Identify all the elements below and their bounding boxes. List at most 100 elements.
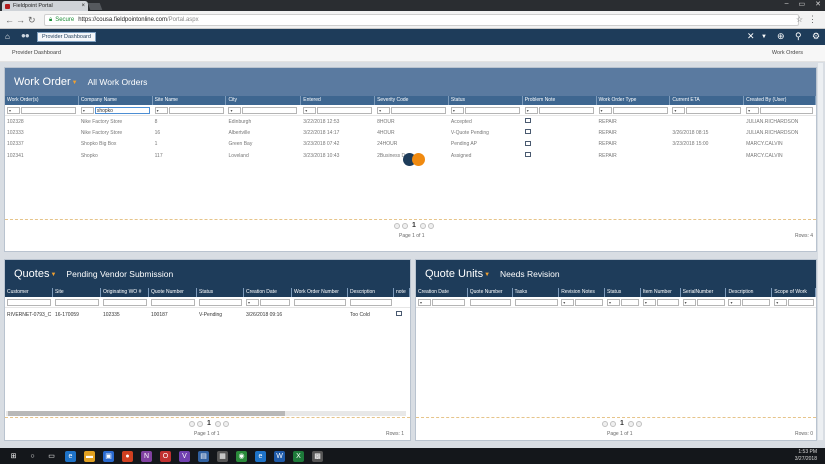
column-header[interactable]: Description <box>348 288 394 297</box>
column-header[interactable]: Severity Code <box>375 96 449 105</box>
filter-operator-select[interactable]: ▾ <box>7 106 20 114</box>
office-icon[interactable]: O <box>160 450 171 462</box>
filter-input[interactable] <box>260 298 290 306</box>
column-header[interactable]: Quote Number <box>468 288 513 297</box>
column-header[interactable]: Description <box>726 288 773 297</box>
filter-operator-select[interactable]: ▾ <box>246 298 259 306</box>
column-header[interactable]: Status <box>197 288 244 297</box>
scrollbar-thumb[interactable] <box>8 411 285 416</box>
column-header[interactable]: note <box>394 288 410 297</box>
column-header[interactable]: Work Order(s) <box>5 96 79 105</box>
filter-operator-select[interactable]: ▾ <box>450 106 464 114</box>
filter-input[interactable] <box>656 298 679 306</box>
app-icon[interactable]: ● <box>122 450 133 462</box>
table-row[interactable]: 102337 Shopko Big Box 1 Green Bay 3/23/2018 … <box>5 139 816 150</box>
close-icon[interactable]: ✕ <box>747 31 755 42</box>
filter-input[interactable] <box>151 298 195 306</box>
prev-page-icon[interactable] <box>610 420 616 427</box>
column-header[interactable]: Work Order Number <box>292 288 348 297</box>
work-orders-title[interactable]: Work Order <box>14 76 71 88</box>
column-header[interactable]: Revision Notes <box>559 288 606 297</box>
column-header[interactable]: Item Number <box>641 288 681 297</box>
column-header[interactable]: Tasks <box>513 288 560 297</box>
internet-explorer-icon[interactable]: e <box>255 450 266 462</box>
search-icon[interactable]: ⚲ <box>795 31 802 42</box>
first-page-icon[interactable] <box>394 222 400 229</box>
current-page[interactable]: 1 <box>207 420 211 427</box>
filter-operator-select[interactable]: ▾ <box>672 106 686 114</box>
edit-note-icon[interactable] <box>524 152 531 158</box>
filter-input[interactable] <box>469 298 511 306</box>
column-header[interactable]: Site <box>53 288 101 297</box>
excel-icon[interactable]: X <box>293 450 304 462</box>
table-row[interactable]: 102328 Nike Factory Store 8 Edinburgh 3/22/2… <box>5 116 816 127</box>
filter-input[interactable] <box>538 106 594 114</box>
column-header[interactable]: Creation Date <box>416 288 468 297</box>
filter-operator-select[interactable]: ▾ <box>418 298 431 306</box>
filter-operator-select[interactable]: ▾ <box>80 106 94 114</box>
column-header[interactable]: Status <box>605 288 641 297</box>
filter-input[interactable] <box>168 106 224 114</box>
prev-page-icon[interactable] <box>402 222 408 229</box>
filter-input[interactable] <box>55 298 99 306</box>
first-page-icon[interactable] <box>189 420 195 427</box>
start-icon[interactable]: ⊞ <box>8 451 19 462</box>
reload-icon[interactable]: ↻ <box>28 15 36 26</box>
maximize-icon[interactable]: ▭ <box>799 0 806 8</box>
work-orders-link[interactable]: Work Orders <box>772 50 803 56</box>
file-explorer-icon[interactable]: ▬ <box>84 450 95 462</box>
provider-dashboard-tab[interactable]: Provider Dashboard <box>37 32 96 42</box>
company-filter-input[interactable]: shopko <box>94 106 150 114</box>
column-header[interactable]: Originating WO # <box>101 288 149 297</box>
column-header[interactable]: Status <box>449 96 523 105</box>
column-header[interactable]: Site Name <box>153 96 227 105</box>
provider-dashboard-link[interactable]: Provider Dashboard <box>12 50 61 56</box>
column-header[interactable]: Work Order Type <box>597 96 671 105</box>
column-header[interactable]: SerialNumber <box>681 288 727 297</box>
browser-tab[interactable]: Fieldpoint Portal × <box>2 1 88 11</box>
add-icon[interactable]: ⊕ <box>777 31 785 42</box>
filter-input[interactable] <box>391 106 447 114</box>
new-tab-button[interactable] <box>87 3 103 10</box>
filter-input[interactable] <box>21 106 76 114</box>
filter-input[interactable] <box>294 298 346 306</box>
filter-input[interactable] <box>621 298 640 306</box>
column-header[interactable]: Customer <box>5 288 53 297</box>
filter-operator-select[interactable]: ▾ <box>682 298 696 306</box>
filter-operator-select[interactable]: ▾ <box>746 106 760 114</box>
title-dropdown-icon[interactable]: ▼ <box>50 272 56 278</box>
filter-operator-select[interactable]: ▾ <box>728 298 742 306</box>
filter-input[interactable] <box>242 106 298 114</box>
search-icon[interactable]: ○ <box>27 451 38 462</box>
visual-studio-icon[interactable]: V <box>179 450 190 462</box>
menu-dots-icon[interactable]: ●● <box>21 31 30 40</box>
column-header[interactable]: Creation Date <box>244 288 292 297</box>
filter-input[interactable] <box>103 298 147 306</box>
filter-input[interactable] <box>612 106 668 114</box>
prev-page-icon[interactable] <box>197 420 203 427</box>
filter-operator-select[interactable]: ▾ <box>377 106 391 114</box>
filter-operator-select[interactable]: ▾ <box>774 298 788 306</box>
quote-units-title[interactable]: Quote Units <box>425 268 483 280</box>
next-page-icon[interactable] <box>627 420 634 427</box>
page-vertical-scrollbar[interactable] <box>818 63 823 440</box>
column-header[interactable]: Current ETA <box>670 96 745 105</box>
home-icon[interactable]: ⌂ <box>5 32 10 41</box>
column-header[interactable]: Problem Note <box>523 96 597 105</box>
filter-input[interactable] <box>686 106 742 114</box>
filter-input[interactable] <box>350 298 392 306</box>
filter-operator-select[interactable]: ▾ <box>154 106 168 114</box>
current-page[interactable]: 1 <box>412 222 416 229</box>
filter-input[interactable] <box>788 298 815 306</box>
next-page-icon[interactable] <box>214 420 221 427</box>
filter-input[interactable] <box>575 298 604 306</box>
filter-input[interactable] <box>742 298 771 306</box>
column-header[interactable]: Created By (User) <box>744 96 816 105</box>
forward-icon[interactable]: → <box>16 15 25 25</box>
filter-input[interactable] <box>514 298 558 306</box>
filter-input[interactable] <box>464 106 520 114</box>
edit-note-icon[interactable] <box>396 311 402 317</box>
chrome-icon[interactable]: ◉ <box>236 450 247 462</box>
table-row[interactable]: RIVERNET-0793_C 16-170059 102335 100187 V-Pe… <box>5 309 410 320</box>
browser-menu-icon[interactable]: ⋮ <box>808 14 817 25</box>
